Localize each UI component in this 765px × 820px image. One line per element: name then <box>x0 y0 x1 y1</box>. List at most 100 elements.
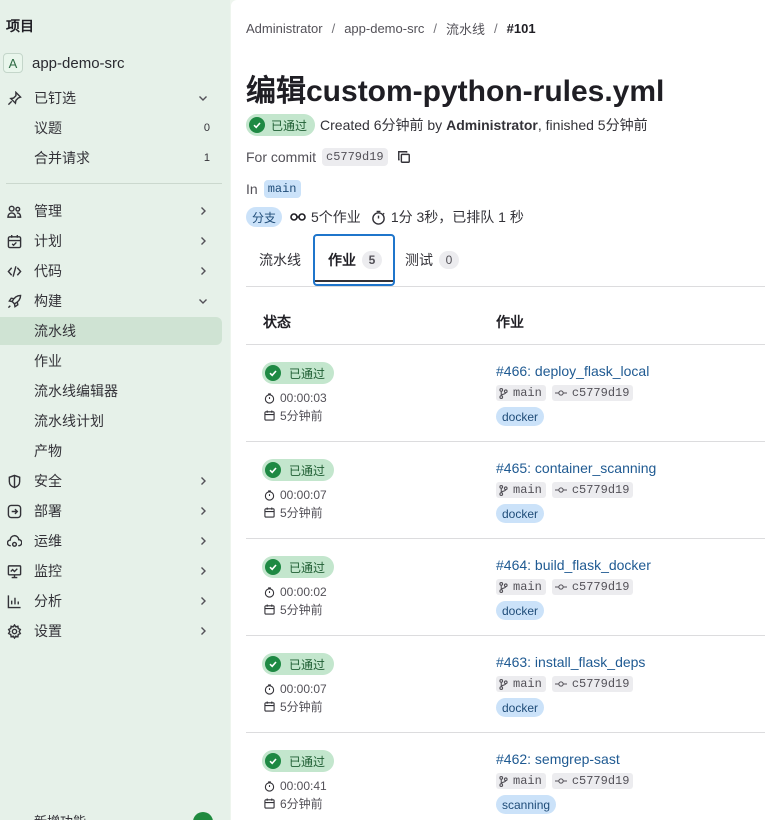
project-name: app-demo-src <box>32 54 125 72</box>
tab-tests[interactable]: 测试 0 <box>396 234 466 286</box>
job-status-badge[interactable]: 已通过 <box>262 750 335 772</box>
sidebar-item-operate[interactable]: 运维 <box>0 527 222 555</box>
job-status-badge[interactable]: 已通过 <box>262 556 335 578</box>
breadcrumb-separator: / <box>433 21 438 36</box>
chevron-right-icon <box>196 504 210 518</box>
sidebar-item-monitor[interactable]: 监控 <box>0 557 222 585</box>
job-tag: docker <box>496 407 545 426</box>
chevron-right-icon <box>196 264 210 278</box>
sidebar-item-jobs[interactable]: 作业 <box>0 347 222 375</box>
sidebar-item-label: 运维 <box>34 533 62 549</box>
duration-text: 1分 3秒，已排队 1 秒 <box>390 209 524 225</box>
job-link[interactable]: #463: install_flask_deps <box>496 654 645 670</box>
breadcrumb-item-current[interactable]: #101 <box>507 21 536 36</box>
status-label: 已通过 <box>289 754 326 769</box>
job-status-badge[interactable]: 已通过 <box>262 653 335 675</box>
job-finished-ago: 5分钟前 <box>264 601 323 618</box>
branch-label: main <box>513 677 542 691</box>
breadcrumb-item-pipelines[interactable]: 流水线 <box>446 19 485 38</box>
breadcrumb-item-project[interactable]: app-demo-src <box>344 21 424 36</box>
chevron-down-icon <box>196 294 210 308</box>
job-branch[interactable]: main <box>496 579 546 595</box>
sidebar-item-manage[interactable]: 管理 <box>0 197 222 225</box>
sidebar-item-pipelines[interactable]: 流水线 <box>0 317 222 345</box>
sidebar-item-analyze[interactable]: 分析 <box>0 587 222 615</box>
sidebar-item-issues[interactable]: 议题 0 <box>0 114 222 142</box>
job-commit[interactable]: c5779d19 <box>551 773 634 789</box>
sidebar-item-plan[interactable]: 计划 <box>0 227 222 255</box>
calendar-icon <box>5 232 23 250</box>
copy-icon[interactable] <box>397 150 411 164</box>
shield-icon <box>5 472 23 490</box>
job-link[interactable]: #464: build_flask_docker <box>496 557 651 573</box>
author-link[interactable]: Administrator <box>446 117 538 133</box>
sidebar-item-deploy[interactable]: 部署 <box>0 497 222 525</box>
branch-name[interactable]: main <box>263 180 301 198</box>
job-link[interactable]: #466: deploy_flask_local <box>496 363 649 379</box>
chevron-right-icon <box>196 534 210 548</box>
sidebar-item-artifacts[interactable]: 产物 <box>0 437 222 465</box>
sidebar-item-merge-requests[interactable]: 合并请求 1 <box>0 144 222 172</box>
timer-icon <box>264 683 275 695</box>
job-branch[interactable]: main <box>496 482 546 498</box>
job-commit[interactable]: c5779d19 <box>551 385 634 401</box>
sidebar-item-build[interactable]: 构建 <box>0 287 222 315</box>
duration-value: 00:00:07 <box>280 682 327 696</box>
merge-requests-count: 1 <box>203 152 210 164</box>
pipeline-meta: 分支 5个作业 1分 3秒，已排队 1 秒 <box>246 206 524 228</box>
ago-value: 5分钟前 <box>280 506 323 520</box>
tab-jobs[interactable]: 作业 5 <box>313 234 395 286</box>
finished-text: , finished 5分钟前 <box>537 117 648 133</box>
tab-pipeline[interactable]: 流水线 <box>246 234 312 286</box>
job-tag: scanning <box>496 795 557 814</box>
ago-value: 6分钟前 <box>280 797 323 811</box>
whats-new-label: 新增功能 <box>34 811 86 820</box>
status-label: 已通过 <box>289 657 326 672</box>
job-status-badge[interactable]: 已通过 <box>262 362 335 384</box>
project-link[interactable]: A app-demo-src <box>3 50 225 76</box>
check-circle-icon <box>265 462 281 478</box>
timer-icon <box>371 210 386 225</box>
commit-label: c5779d19 <box>571 580 630 594</box>
tab-label: 测试 <box>405 252 433 268</box>
sidebar-item-security[interactable]: 安全 <box>0 467 222 495</box>
check-circle-icon <box>265 656 281 672</box>
column-header-status: 状态 <box>263 314 291 330</box>
sidebar-item-pipeline-editor[interactable]: 流水线编辑器 <box>0 377 222 405</box>
job-branch[interactable]: main <box>496 676 546 692</box>
sidebar-item-settings[interactable]: 设置 <box>0 617 222 645</box>
status-badge[interactable]: 已通过 <box>246 114 316 136</box>
chart-icon <box>5 592 23 610</box>
job-commit[interactable]: c5779d19 <box>551 482 634 498</box>
breadcrumb-item-admin[interactable]: Administrator <box>246 21 323 36</box>
job-finished-ago: 6分钟前 <box>264 795 323 812</box>
job-branch[interactable]: main <box>496 385 546 401</box>
sidebar-item-label: 议题 <box>34 120 62 136</box>
job-duration: 00:00:41 <box>264 779 327 793</box>
chevron-right-icon <box>196 204 210 218</box>
commit-label: c5779d19 <box>571 386 630 400</box>
job-commit[interactable]: c5779d19 <box>551 579 634 595</box>
commit-sha[interactable]: c5779d19 <box>322 148 388 166</box>
job-refs: main c5779d19 <box>496 482 639 498</box>
issues-count: 0 <box>203 122 210 134</box>
job-status-badge[interactable]: 已通过 <box>262 459 335 481</box>
job-tag: docker <box>496 601 545 620</box>
tab-count: 5 <box>362 251 382 269</box>
sidebar-item-code[interactable]: 代码 <box>0 257 222 285</box>
timer-icon <box>264 489 275 501</box>
job-link[interactable]: #462: semgrep-sast <box>496 751 620 767</box>
job-branch[interactable]: main <box>496 773 546 789</box>
job-refs: main c5779d19 <box>496 773 639 789</box>
sidebar-item-pinned[interactable]: 已钉选 <box>0 84 222 112</box>
ago-value: 5分钟前 <box>280 409 323 423</box>
job-refs: main c5779d19 <box>496 385 639 401</box>
sidebar-item-pipeline-schedules[interactable]: 流水线计划 <box>0 407 222 435</box>
job-link[interactable]: #465: container_scanning <box>496 460 656 476</box>
sidebar-item-label: 设置 <box>34 623 62 639</box>
whats-new-link[interactable]: 新增功能 <box>0 808 230 820</box>
branch-label: main <box>513 483 542 497</box>
pipeline-icon <box>290 211 306 223</box>
job-commit[interactable]: c5779d19 <box>551 676 634 692</box>
sidebar-item-label: 流水线计划 <box>34 413 104 429</box>
